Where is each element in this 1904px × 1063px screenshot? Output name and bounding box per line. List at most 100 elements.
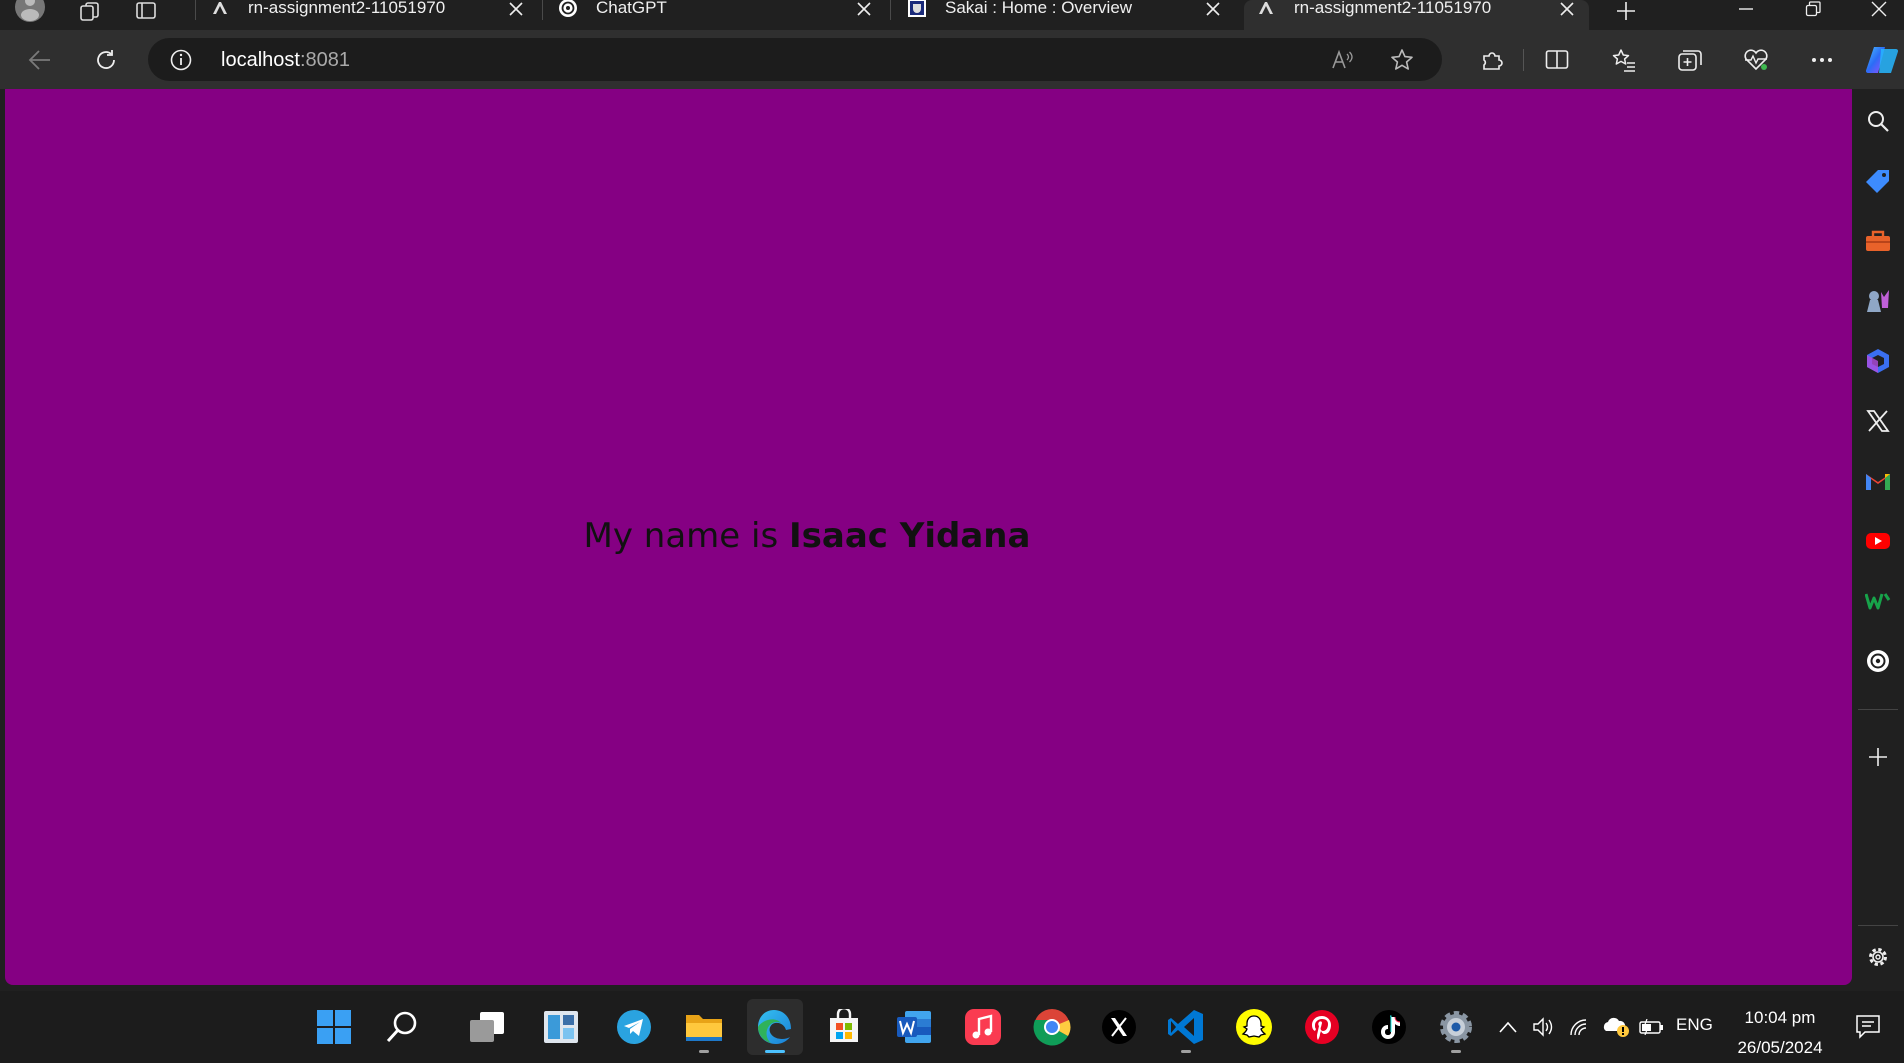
url-port: :8081 — [299, 49, 350, 71]
heart-pulse-icon — [1744, 48, 1768, 70]
tray-onedrive[interactable] — [1602, 1013, 1630, 1041]
taskbar-snapchat[interactable] — [1226, 999, 1282, 1055]
profile-avatar[interactable] — [10, 0, 50, 24]
copilot-button[interactable] — [1860, 30, 1904, 89]
windows-taskbar: ENG 10:04 pm 26/05/2024 — [0, 991, 1904, 1063]
sidebar-wordament[interactable] — [1862, 585, 1894, 617]
sidebar-separator — [1858, 709, 1898, 710]
tray-show-hidden[interactable] — [1494, 1013, 1522, 1041]
favorite-star-icon[interactable] — [1390, 48, 1414, 72]
tray-network[interactable] — [1566, 1013, 1594, 1041]
taskbar-microsoft-store[interactable] — [816, 999, 872, 1055]
vertical-tabs-button[interactable] — [126, 0, 166, 24]
taskbar-file-explorer[interactable] — [676, 999, 732, 1055]
sidebar-microsoft-365[interactable] — [1862, 345, 1894, 377]
speaker-icon — [1533, 1017, 1553, 1037]
sidebar-youtube[interactable] — [1862, 525, 1894, 557]
refresh-button[interactable] — [84, 30, 128, 89]
ellipsis-icon — [1812, 57, 1832, 62]
notification-center[interactable] — [1854, 1012, 1882, 1040]
x-icon — [1102, 1010, 1136, 1044]
tab-sakai[interactable]: Sakai : Home : Overview — [895, 0, 1235, 30]
minimize-button[interactable] — [1716, 0, 1776, 18]
tab-title: ChatGPT — [596, 0, 667, 17]
language-indicator[interactable]: ENG — [1676, 1015, 1713, 1035]
tab-close-button[interactable] — [1203, 0, 1223, 19]
tab-close-button[interactable] — [506, 0, 526, 19]
collections-button[interactable] — [1668, 30, 1712, 89]
task-view-icon — [470, 1012, 504, 1042]
sidebar-games[interactable] — [1862, 285, 1894, 317]
minimize-icon — [1739, 8, 1753, 10]
tab-rn-assignment2-active[interactable]: rn-assignment2-11051970 — [1244, 0, 1589, 30]
tab-chatgpt[interactable]: ChatGPT — [546, 0, 886, 30]
taskbar-chrome[interactable] — [1024, 999, 1080, 1055]
tray-volume[interactable] — [1530, 1013, 1558, 1041]
workspaces-button[interactable] — [70, 0, 110, 24]
greeting-text: My name is Isaac Yidana — [5, 516, 1609, 556]
sidebar-search[interactable] — [1862, 105, 1894, 137]
sidebar-tools[interactable] — [1862, 225, 1894, 257]
taskbar-x[interactable] — [1091, 999, 1147, 1055]
wifi-icon — [1570, 1019, 1587, 1036]
taskbar-tiktok[interactable] — [1361, 999, 1417, 1055]
close-icon — [509, 2, 523, 16]
search-icon — [1868, 111, 1889, 132]
games-icon — [1867, 290, 1889, 312]
back-button[interactable] — [18, 30, 62, 89]
sidebar-add-button[interactable] — [1862, 741, 1894, 773]
tab-close-button[interactable] — [854, 0, 874, 19]
settings-icon — [1869, 948, 1887, 966]
taskbar-vscode[interactable] — [1158, 999, 1214, 1055]
taskbar-settings[interactable] — [1428, 999, 1484, 1055]
sidebar-x[interactable] — [1862, 405, 1894, 437]
running-indicator — [699, 1050, 709, 1053]
sidebar-gmail[interactable] — [1862, 465, 1894, 497]
url-text[interactable]: localhost:8081 — [221, 49, 350, 72]
tab-rn-assignment2[interactable]: rn-assignment2-11051970 — [198, 0, 538, 30]
tray-battery[interactable] — [1638, 1013, 1666, 1041]
toolbar-divider — [1523, 49, 1524, 71]
taskbar-word[interactable] — [886, 999, 942, 1055]
taskbar-edge[interactable] — [747, 999, 803, 1055]
more-options-button[interactable] — [1800, 30, 1844, 89]
browser-essentials-button[interactable] — [1734, 30, 1778, 89]
new-tab-button[interactable] — [1606, 0, 1646, 24]
read-aloud-icon[interactable] — [1330, 48, 1354, 72]
taskbar-widgets[interactable] — [533, 999, 589, 1055]
taskbar-start[interactable] — [306, 999, 362, 1055]
favorites-button[interactable] — [1602, 30, 1646, 89]
settings-icon — [1440, 1011, 1472, 1043]
chrome-icon — [1033, 1009, 1071, 1046]
puzzle-icon — [1483, 51, 1503, 70]
info-icon[interactable] — [170, 49, 192, 71]
clock-date: 26/05/2024 — [1737, 1038, 1823, 1057]
battery-icon — [1639, 1019, 1663, 1035]
restore-icon — [1805, 1, 1821, 17]
expo-icon — [1259, 2, 1273, 14]
url-host: localhost — [221, 49, 300, 71]
taskbar-apple-music[interactable] — [955, 999, 1011, 1055]
taskbar-search[interactable] — [374, 999, 430, 1055]
taskbar-pinterest[interactable] — [1294, 999, 1350, 1055]
sakai-icon — [908, 0, 926, 17]
close-window-button[interactable] — [1854, 0, 1904, 18]
favorites-list-icon — [1612, 48, 1635, 72]
taskbar-telegram[interactable] — [606, 999, 662, 1055]
sidebar-chatgpt[interactable] — [1862, 645, 1894, 677]
extensions-button[interactable] — [1470, 30, 1514, 89]
tab-close-button[interactable] — [1557, 0, 1577, 19]
taskbar-task-view[interactable] — [459, 999, 515, 1055]
system-clock[interactable]: 10:04 pm 26/05/2024 — [1728, 1003, 1832, 1063]
expo-icon — [213, 2, 227, 14]
wordament-icon — [1865, 593, 1891, 610]
widgets-icon — [544, 1011, 578, 1043]
sidebar-shopping[interactable] — [1862, 165, 1894, 197]
file-explorer-icon — [686, 1015, 722, 1041]
chevron-up-icon — [1499, 1021, 1517, 1033]
sidebar-settings[interactable] — [1862, 941, 1894, 973]
restore-button[interactable] — [1783, 0, 1843, 18]
address-bar[interactable]: localhost:8081 — [148, 38, 1442, 81]
copilot-icon — [1865, 46, 1899, 73]
split-screen-button[interactable] — [1535, 30, 1579, 89]
